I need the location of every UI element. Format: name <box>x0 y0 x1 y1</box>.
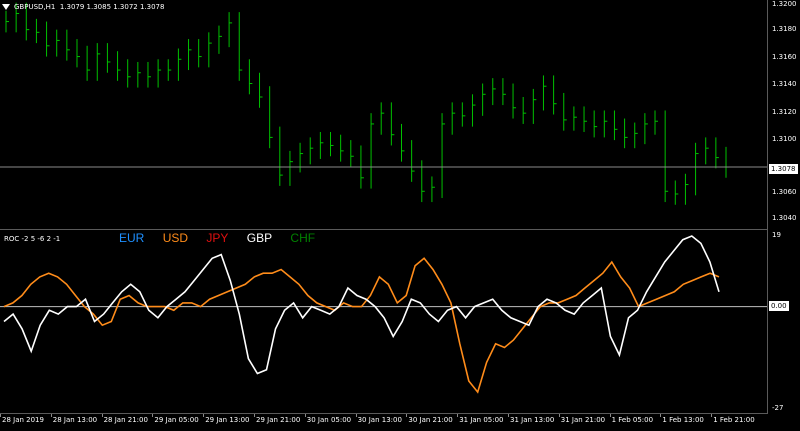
price-label: 1.3140 <box>772 80 797 88</box>
roc-line-usd <box>3 257 720 394</box>
time-label: 30 Jan 21:00 <box>408 416 453 424</box>
price-label: 1.3040 <box>772 214 797 222</box>
price-label: 1.3120 <box>772 108 797 116</box>
time-tick <box>406 414 408 417</box>
time-tick <box>50 414 52 417</box>
price-label: 1.3200 <box>772 0 797 8</box>
time-tick <box>711 414 713 417</box>
indicator-name: ROC -2 5 -6 2 -1 <box>4 235 61 243</box>
symbol-header: GBPUSD,H1 1.3079 1.3085 1.3072 1.3078 <box>14 3 164 11</box>
time-label: 28 Jan 2019 <box>2 416 44 424</box>
legend-usd: USD <box>162 231 189 245</box>
time-tick <box>304 414 306 417</box>
price-axis-border <box>767 0 768 413</box>
roc-indicator-chart[interactable] <box>0 230 768 413</box>
price-label: 1.3060 <box>772 188 797 196</box>
time-label: 30 Jan 05:00 <box>306 416 352 424</box>
roc-line-gbp <box>3 235 720 375</box>
time-tick <box>609 414 611 417</box>
time-tick <box>457 414 459 417</box>
indicator-scale-top: 19 <box>772 231 781 239</box>
time-tick <box>355 414 357 417</box>
time-tick <box>152 414 154 417</box>
currency-legend: EUR USD JPY GBP CHF <box>119 231 330 245</box>
time-tick <box>558 414 560 417</box>
time-label: 1 Feb 21:00 <box>713 416 755 424</box>
legend-chf: CHF <box>290 231 316 245</box>
symbol-name: GBPUSD,H1 <box>14 3 56 11</box>
time-label: 29 Jan 13:00 <box>205 416 250 424</box>
time-tick <box>203 414 205 417</box>
indicator-scale-bottom: -27 <box>772 404 784 412</box>
price-chart[interactable] <box>0 0 768 229</box>
time-tick <box>508 414 509 417</box>
time-label: 31 Jan 05:00 <box>459 416 504 424</box>
price-label: 1.3180 <box>772 25 797 33</box>
time-label: 1 Feb 13:00 <box>662 416 704 424</box>
time-label: 31 Jan 21:00 <box>560 416 606 424</box>
ohlc-values: 1.3079 1.3085 1.3072 1.3078 <box>59 3 165 11</box>
symbol-triangle-icon <box>2 4 10 10</box>
time-tick <box>0 414 1 417</box>
time-tick <box>254 414 255 417</box>
time-label: 30 Jan 13:00 <box>357 416 402 424</box>
time-label: 29 Jan 21:00 <box>256 416 301 424</box>
time-label: 31 Jan 13:00 <box>510 416 555 424</box>
time-label: 29 Jan 05:00 <box>154 416 199 424</box>
legend-gbp: GBP <box>246 231 273 245</box>
price-label: 1.3100 <box>772 135 797 143</box>
time-tick <box>101 414 103 417</box>
time-tick <box>660 414 662 417</box>
time-label: 1 Feb 05:00 <box>611 416 654 424</box>
current-price-tag: 1.3078 <box>769 164 798 174</box>
price-label: 1.3160 <box>772 53 797 61</box>
legend-eur: EUR <box>119 231 145 245</box>
indicator-zero-tag: 0.00 <box>769 301 789 311</box>
time-label: 28 Jan 13:00 <box>52 416 98 424</box>
time-label: 28 Jan 21:00 <box>103 416 148 424</box>
legend-jpy: JPY <box>206 231 229 245</box>
time-axis[interactable]: 28 Jan 2019 28 Jan 13:00 28 Jan 21:00 29 Ja… <box>0 414 768 431</box>
